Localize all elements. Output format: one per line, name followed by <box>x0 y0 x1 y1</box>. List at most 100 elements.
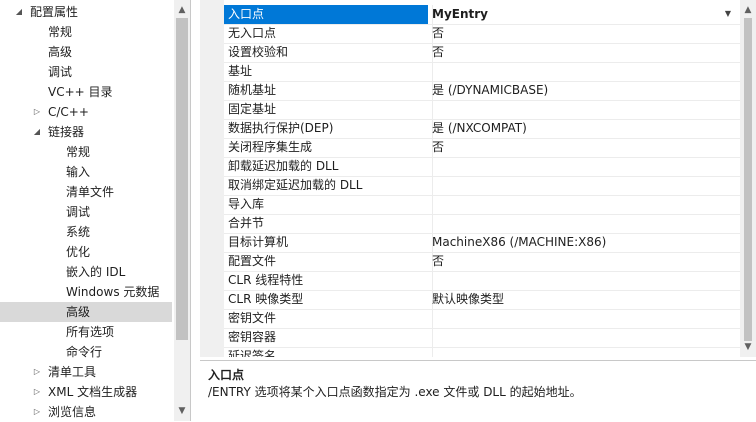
property-name: 取消绑定延迟加载的 DLL <box>228 178 363 192</box>
property-value[interactable]: 是 (/DYNAMICBASE) <box>432 81 732 100</box>
tree-item[interactable]: ▷ 清单工具 <box>0 362 172 382</box>
tree-item[interactable]: 调试 <box>0 62 172 82</box>
property-value[interactable]: 否 <box>432 24 732 43</box>
property-name: 基址 <box>228 64 253 78</box>
tree-item[interactable]: 命令行 <box>0 342 172 362</box>
tree-item[interactable]: 输入 <box>0 162 172 182</box>
tree-item-label: 清单工具 <box>48 365 97 379</box>
property-row[interactable]: 合并节 <box>224 214 756 234</box>
property-row[interactable]: CLR 线程特性 <box>224 271 756 291</box>
property-value[interactable] <box>432 176 732 195</box>
tree-item-label: 常规 <box>66 145 91 159</box>
expand-icon[interactable]: ▷ <box>32 402 42 421</box>
property-value[interactable] <box>432 347 732 357</box>
property-value[interactable] <box>432 328 732 347</box>
property-row[interactable]: 关闭程序集生成 否 <box>224 138 756 158</box>
tree-item[interactable]: 嵌入的 IDL <box>0 262 172 282</box>
property-value[interactable] <box>432 214 732 233</box>
property-value[interactable]: 默认映像类型 <box>432 290 732 309</box>
property-name: CLR 线程特性 <box>228 273 304 287</box>
property-row[interactable]: CLR 映像类型 默认映像类型 <box>224 290 756 310</box>
tree-item-label: 所有选项 <box>66 325 115 339</box>
property-value[interactable] <box>432 271 732 290</box>
tree-item[interactable]: 高级 <box>0 42 172 62</box>
property-name: 配置文件 <box>228 254 277 268</box>
tree-item[interactable]: 常规 <box>0 142 172 162</box>
scroll-down-icon[interactable]: ▼ <box>174 403 190 419</box>
property-value[interactable]: MachineX86 (/MACHINE:X86) <box>432 233 732 252</box>
tree-item-label: 高级 <box>48 45 73 59</box>
tree-item[interactable]: 所有选项 <box>0 322 172 342</box>
property-name: 入口点 <box>224 5 428 24</box>
tree-item[interactable]: 清单文件 <box>0 182 172 202</box>
property-row[interactable]: 延迟签名 <box>224 347 756 357</box>
property-value[interactable]: 否 <box>432 252 732 271</box>
grid-scroll-thumb[interactable] <box>744 18 752 341</box>
tree-item[interactable]: 调试 <box>0 202 172 222</box>
property-row[interactable]: 基址 <box>224 62 756 82</box>
scroll-up-icon[interactable]: ▲ <box>174 2 190 18</box>
collapse-icon[interactable]: ◢ <box>14 2 24 22</box>
property-row[interactable]: 导入库 <box>224 195 756 215</box>
collapse-icon[interactable]: ◢ <box>32 122 42 142</box>
property-row[interactable]: 取消绑定延迟加载的 DLL <box>224 176 756 196</box>
tree-item[interactable]: Windows 元数据 <box>0 282 172 302</box>
tree-item-label: 常规 <box>48 25 73 39</box>
property-value[interactable] <box>432 100 732 119</box>
tree-item[interactable]: ▷ 浏览信息 <box>0 402 172 421</box>
property-row[interactable]: 目标计算机 MachineX86 (/MACHINE:X86) <box>224 233 756 253</box>
expand-icon[interactable]: ▷ <box>32 382 42 402</box>
tree-item[interactable]: 优化 <box>0 242 172 262</box>
property-name: CLR 映像类型 <box>228 292 304 306</box>
property-value[interactable]: 否 <box>432 138 732 157</box>
description-title: 入口点 <box>208 368 245 382</box>
property-value[interactable]: 是 (/NXCOMPAT) <box>432 119 732 138</box>
tree-item-label: 输入 <box>66 165 91 179</box>
tree-item[interactable]: ◢ 链接器 <box>0 122 172 142</box>
expand-icon[interactable]: ▷ <box>32 362 42 382</box>
property-value[interactable] <box>432 195 732 214</box>
property-row[interactable]: 密钥文件 <box>224 309 756 329</box>
scroll-down-icon[interactable]: ▼ <box>740 339 756 355</box>
property-value[interactable]: 否 <box>432 43 732 62</box>
tree-item-label: 调试 <box>66 205 91 219</box>
tree-item[interactable]: 常规 <box>0 22 172 42</box>
tree-scroll-thumb[interactable] <box>176 18 188 340</box>
property-row[interactable]: 随机基址 是 (/DYNAMICBASE) <box>224 81 756 101</box>
config-tree: ◢ 配置属性 常规 高级 调试 VC++ 目录 ▷ C/C++ ◢ 链接器 常规 输入 清单文件 调试 系统… <box>0 0 191 421</box>
tree-scrollbar[interactable]: ▲ ▼ <box>174 0 190 421</box>
property-row[interactable]: 数据执行保护(DEP) 是 (/NXCOMPAT) <box>224 119 756 139</box>
property-value[interactable] <box>432 62 732 81</box>
tree-item[interactable]: ◢ 配置属性 <box>0 2 172 22</box>
tree-item-label: 浏览信息 <box>48 405 97 419</box>
scroll-up-icon[interactable]: ▲ <box>740 2 756 18</box>
property-row[interactable]: 固定基址 <box>224 100 756 120</box>
property-row[interactable]: 入口点 MyEntry ▼ <box>224 5 756 25</box>
dropdown-arrow-icon[interactable]: ▼ <box>722 8 734 20</box>
tree-item[interactable]: ▷ XML 文档生成器 <box>0 382 172 402</box>
property-value[interactable] <box>432 157 732 176</box>
property-value[interactable]: MyEntry <box>432 5 732 24</box>
tree-item[interactable]: 高级 <box>0 302 172 322</box>
property-grid: 入口点 MyEntry ▼ 无入口点否设置校验和否基址 随机基址是 (/DYNAMICB… <box>200 0 756 357</box>
grid-scrollbar[interactable]: ▲ ▼ <box>740 0 756 357</box>
tree-item-label: 链接器 <box>48 125 85 139</box>
expand-icon[interactable]: ▷ <box>32 102 42 122</box>
tree-item-label: XML 文档生成器 <box>48 385 138 399</box>
tree-item[interactable]: VC++ 目录 <box>0 82 172 102</box>
property-name: 密钥容器 <box>228 330 277 344</box>
grid-gutter <box>200 0 224 357</box>
property-name: 延迟签名 <box>228 349 277 357</box>
tree-item[interactable]: 系统 <box>0 222 172 242</box>
property-name: 设置校验和 <box>228 45 289 59</box>
property-row[interactable]: 无入口点 否 <box>224 24 756 44</box>
property-row[interactable]: 设置校验和 否 <box>224 43 756 63</box>
tree-item[interactable]: ▷ C/C++ <box>0 102 172 122</box>
property-name: 无入口点 <box>228 26 277 40</box>
property-row[interactable]: 密钥容器 <box>224 328 756 348</box>
property-name: 随机基址 <box>228 83 277 97</box>
property-row[interactable]: 卸载延迟加载的 DLL <box>224 157 756 177</box>
property-row[interactable]: 配置文件 否 <box>224 252 756 272</box>
property-value[interactable] <box>432 309 732 328</box>
description-panel: 入口点 /ENTRY 选项将某个入口点函数指定为 .exe 文件或 DLL 的起… <box>200 360 756 422</box>
